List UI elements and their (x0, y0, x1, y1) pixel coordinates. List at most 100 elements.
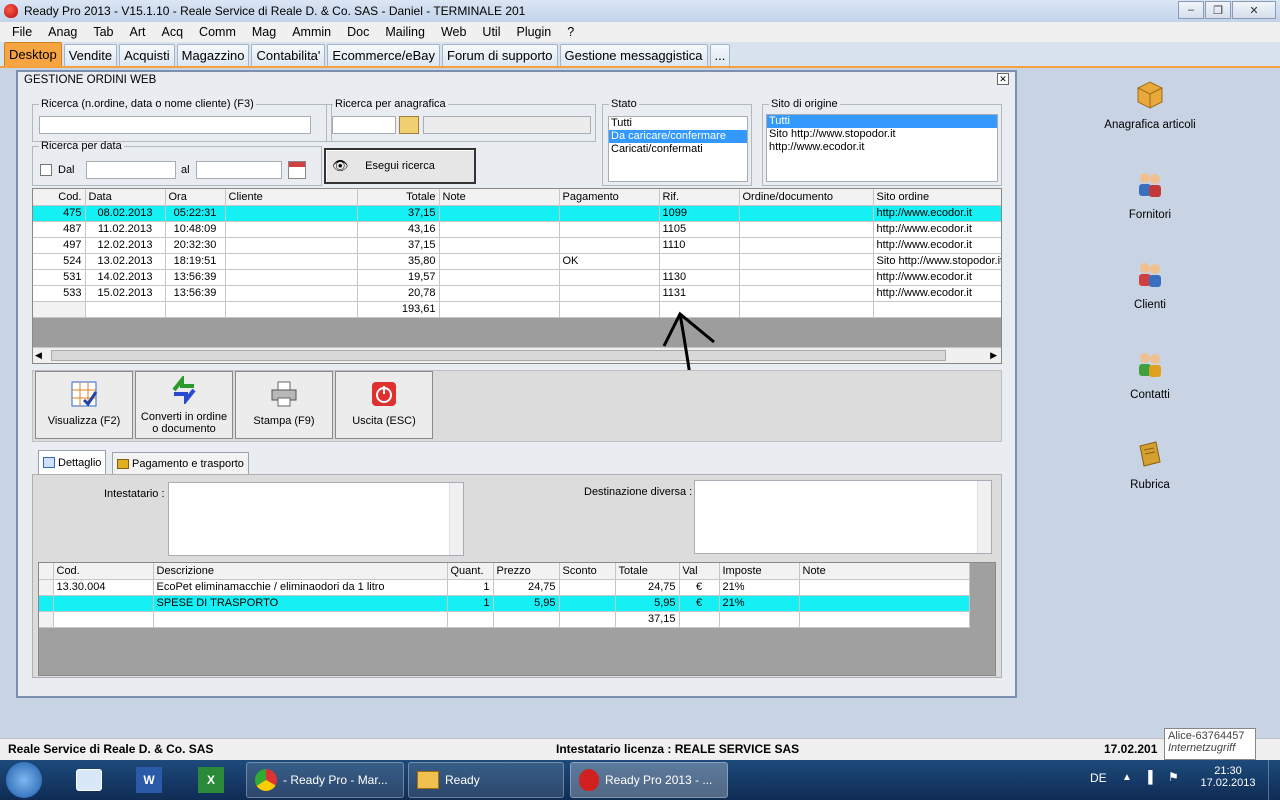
tab-dettaglio[interactable]: Dettaglio (38, 450, 107, 474)
tab-desktop[interactable]: Desktop (4, 42, 62, 66)
outlook-icon[interactable] (62, 763, 116, 797)
sito-item[interactable]: http://www.ecodor.it (767, 141, 997, 154)
vertical-scrollbar[interactable] (449, 483, 463, 555)
table-row[interactable]: 524 13.02.2013 18:19:51 35,80 OK Sito ht… (33, 253, 1001, 270)
stato-list[interactable]: Tutti Da caricare/confermare Caricati/co… (608, 116, 748, 182)
menu-mag[interactable]: Mag (244, 25, 284, 39)
panel-close-button[interactable]: ✕ (997, 73, 1009, 85)
menu-web[interactable]: Web (433, 25, 474, 39)
scroll-left-arrow[interactable]: ◀ (35, 350, 42, 361)
visualizza-button[interactable]: Visualizza (F2) (35, 371, 133, 439)
desktop-icon-articoli[interactable]: Anagrafica articoli (1090, 78, 1210, 131)
minimize-button[interactable]: – (1178, 1, 1204, 19)
tab-acquisti[interactable]: Acquisti (119, 44, 175, 66)
col-totale[interactable]: Totale (615, 563, 680, 580)
table-row[interactable]: 531 14.02.2013 13:56:39 19,57 1130 http:… (33, 269, 1001, 286)
uscita-button[interactable]: Uscita (ESC) (335, 371, 433, 439)
menu-help[interactable]: ? (559, 25, 582, 39)
signal-icon[interactable]: ▐ (1144, 770, 1153, 784)
menu-ammin[interactable]: Ammin (284, 25, 339, 39)
search-input[interactable] (39, 116, 311, 134)
tray-up-icon[interactable]: ▲ (1122, 772, 1132, 783)
table-row[interactable]: SPESE DI TRASPORTO 1 5,95 5,95 € 21% (39, 595, 970, 612)
col-cod[interactable]: Cod. (33, 189, 86, 206)
scroll-right-arrow[interactable]: ▶ (990, 350, 997, 361)
sito-item[interactable]: Sito http://www.stopodor.it (767, 128, 997, 141)
menu-mailing[interactable]: Mailing (377, 25, 433, 39)
dal-checkbox[interactable] (40, 164, 52, 176)
horizontal-scrollbar[interactable]: ◀ ▶ (33, 347, 1001, 363)
col-prezzo[interactable]: Prezzo (493, 563, 560, 580)
tab-vendite[interactable]: Vendite (63, 44, 118, 66)
menu-doc[interactable]: Doc (339, 25, 377, 39)
stato-item[interactable]: Caricati/confermati (609, 143, 747, 156)
stato-item[interactable]: Da caricare/confermare (609, 130, 747, 143)
desktop-icon-clienti[interactable]: Clienti (1090, 258, 1210, 311)
col-cod[interactable]: Cod. (53, 563, 154, 580)
tab-messaggistica[interactable]: Gestione messaggistica (559, 44, 708, 66)
clock[interactable]: 21:30 17.02.2013 (1196, 765, 1260, 789)
menu-anag[interactable]: Anag (40, 25, 85, 39)
start-button[interactable] (6, 762, 42, 798)
taskbar-chrome[interactable]: - Ready Pro - Mar... (246, 762, 404, 798)
close-button[interactable]: ✕ (1232, 1, 1276, 19)
desktop-icon-rubrica[interactable]: Rubrica (1090, 438, 1210, 491)
tab-forum[interactable]: Forum di supporto (442, 44, 558, 66)
show-desktop-button[interactable] (1268, 760, 1280, 800)
menu-file[interactable]: File (4, 25, 40, 39)
col-rif[interactable]: Rif. (659, 189, 740, 206)
search-button[interactable]: 👁 Esegui ricerca (324, 148, 476, 184)
date-from-input[interactable] (86, 161, 176, 179)
desktop-icon-contatti[interactable]: Contatti (1090, 348, 1210, 401)
table-row[interactable]: 13.30.004 EcoPet eliminamacchie / elimin… (39, 579, 970, 596)
destinazione-box[interactable] (694, 480, 992, 554)
converti-button[interactable]: Converti in ordine o documento (135, 371, 233, 439)
scrollbar-thumb[interactable] (51, 350, 946, 361)
col-totale[interactable]: Totale (357, 189, 440, 206)
sito-item[interactable]: Tutti (767, 115, 997, 128)
menu-comm[interactable]: Comm (191, 25, 244, 39)
date-to-input[interactable] (196, 161, 282, 179)
calendar-icon[interactable] (288, 161, 306, 179)
desktop-icon-fornitori[interactable]: Fornitori (1090, 168, 1210, 221)
table-row[interactable]: 487 11.02.2013 10:48:09 43,16 1105 http:… (33, 221, 1001, 238)
col-ordine[interactable]: Ordine/documento (739, 189, 874, 206)
excel-icon[interactable]: X (184, 763, 238, 797)
col-sito[interactable]: Sito ordine (873, 189, 1001, 206)
word-icon[interactable]: W (122, 763, 176, 797)
col-note[interactable]: Note (799, 563, 970, 580)
tab-more[interactable]: ... (709, 44, 731, 66)
flag-icon[interactable]: ⚑ (1168, 770, 1179, 784)
tab-magazzino[interactable]: Magazzino (176, 44, 250, 66)
stato-item[interactable]: Tutti (609, 117, 747, 130)
table-row[interactable]: 533 15.02.2013 13:56:39 20,78 1131 http:… (33, 285, 1001, 302)
col-val[interactable]: Val (679, 563, 720, 580)
col-cliente[interactable]: Cliente (225, 189, 358, 206)
intestatario-box[interactable] (168, 482, 464, 556)
table-row[interactable]: 497 12.02.2013 20:32:30 37,15 1110 http:… (33, 237, 1001, 254)
col-descrizione[interactable]: Descrizione (153, 563, 448, 580)
taskbar-readypro[interactable]: Ready Pro 2013 - ... (570, 762, 728, 798)
vertical-scrollbar[interactable] (977, 481, 991, 553)
menu-util[interactable]: Util (474, 25, 508, 39)
col-imposte[interactable]: Imposte (719, 563, 800, 580)
menu-art[interactable]: Art (122, 25, 154, 39)
col-note[interactable]: Note (439, 189, 560, 206)
col-ora[interactable]: Ora (165, 189, 226, 206)
stampa-button[interactable]: Stampa (F9) (235, 371, 333, 439)
tab-pagamento[interactable]: Pagamento e trasporto (112, 452, 249, 474)
col-quant[interactable]: Quant. (447, 563, 494, 580)
tab-ecommerce[interactable]: Ecommerce/eBay (327, 44, 440, 66)
col-pagamento[interactable]: Pagamento (559, 189, 660, 206)
maximize-button[interactable]: ❐ (1205, 1, 1231, 19)
table-row[interactable]: 475 08.02.2013 05:22:31 37,15 1099 http:… (33, 205, 1001, 222)
col-sconto[interactable]: Sconto (559, 563, 616, 580)
menu-plugin[interactable]: Plugin (508, 25, 559, 39)
sito-list[interactable]: Tutti Sito http://www.stopodor.it http:/… (766, 114, 998, 182)
folder-icon[interactable] (399, 116, 419, 134)
taskbar-explorer[interactable]: Ready (408, 762, 564, 798)
col-data[interactable]: Data (85, 189, 166, 206)
tab-contabilita[interactable]: Contabilita' (251, 44, 326, 66)
language-indicator[interactable]: DE (1090, 771, 1107, 785)
menu-acq[interactable]: Acq (154, 25, 192, 39)
